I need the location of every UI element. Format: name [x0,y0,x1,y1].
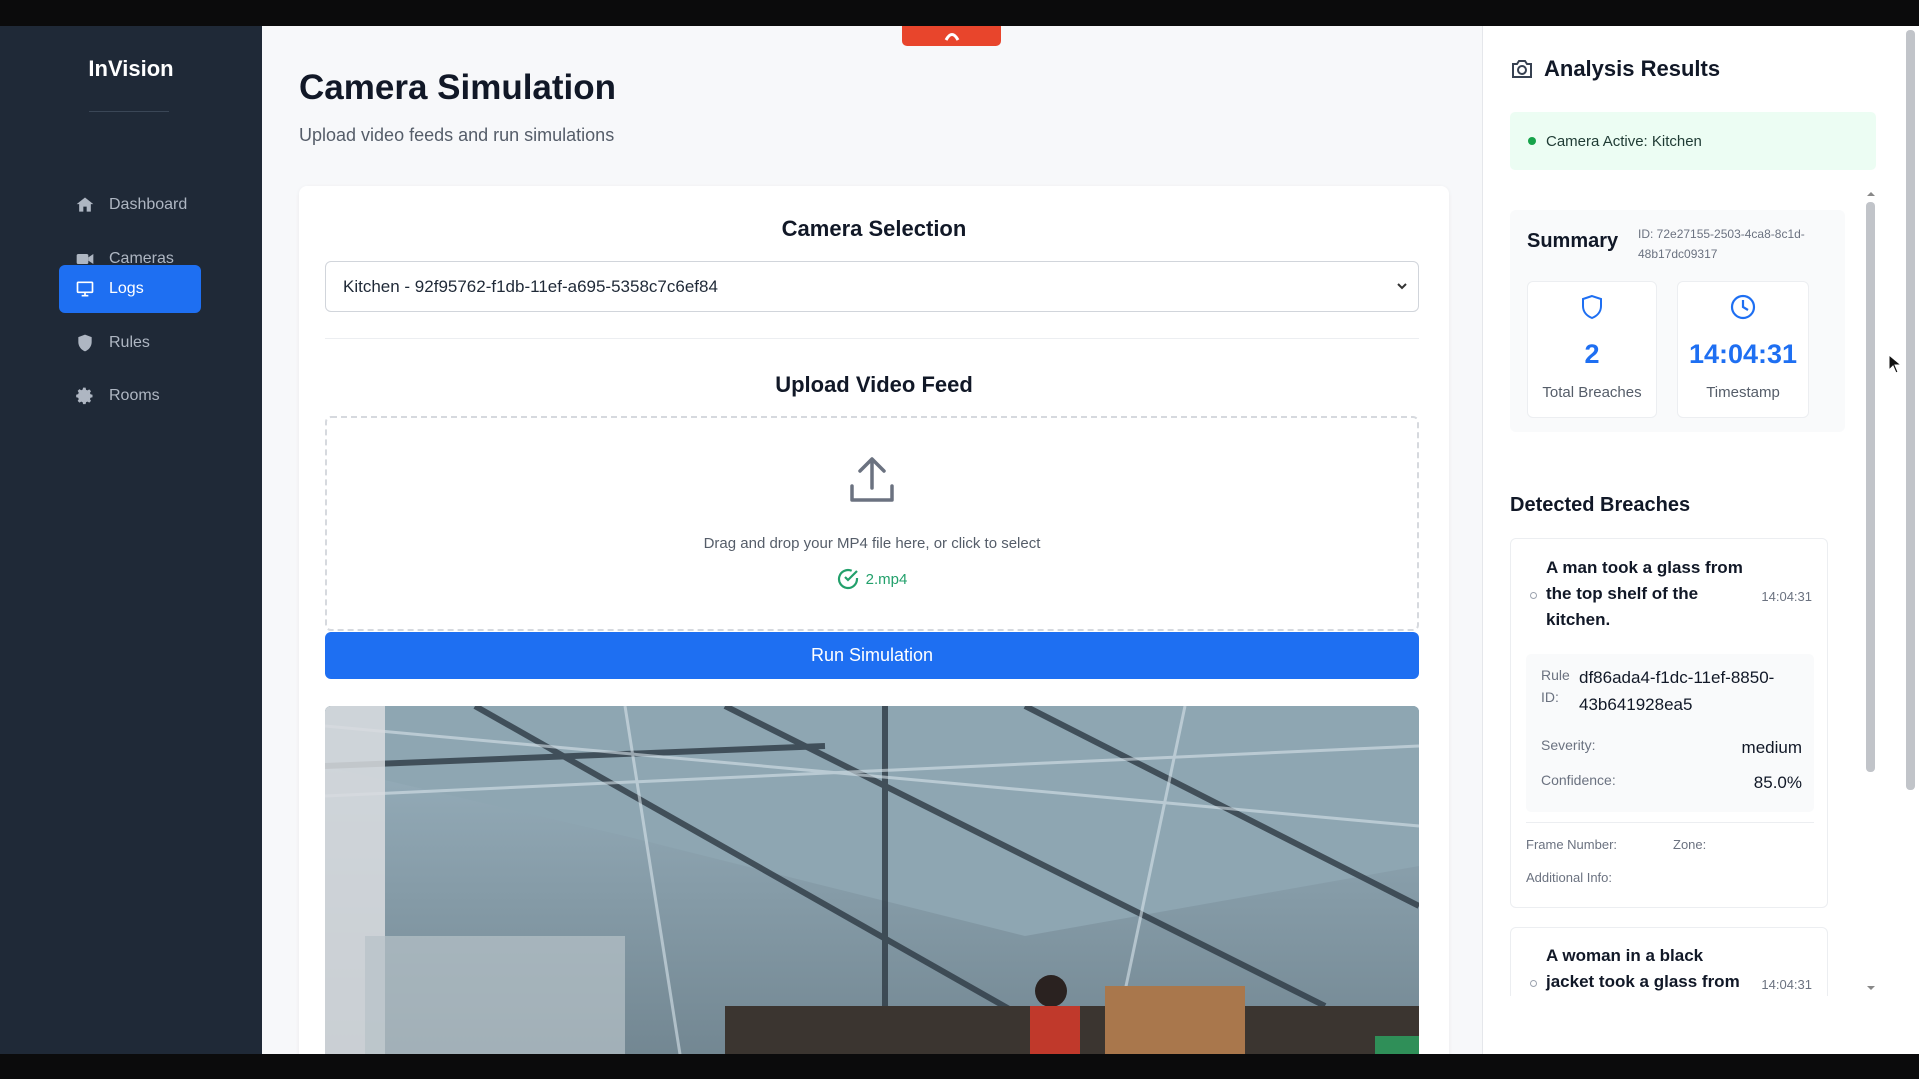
frame-number-label: Frame Number: [1526,837,1618,852]
sidebar-item-logs[interactable]: Logs [59,265,201,313]
brand-logo[interactable]: InVision [0,56,262,82]
top-bar [0,0,1919,26]
selected-file-name: 2.mp4 [865,570,908,588]
divider [1526,822,1814,823]
total-breaches-value: 2 [1584,339,1600,369]
shield-icon [1582,294,1602,320]
analysis-results-title: Analysis Results [1544,56,1721,81]
results-scrollbar-thumb[interactable] [1866,202,1875,772]
rule-id-value: df86ada4-f1dc-11ef-8850-43b641928ea5 [1579,668,1775,714]
gear-icon [76,387,93,405]
camera-selection-heading: Camera Selection [781,216,967,241]
window-scrollbar[interactable] [1902,26,1919,1054]
breach-description: A man took a glass from the top shelf of… [1546,558,1743,629]
total-breaches-stat: 2 Total Breaches [1527,281,1657,418]
video-frame-image [325,706,1419,1054]
upload-icon [850,457,894,502]
results-scrollbar[interactable] [1864,192,1876,992]
analysis-results-panel: Analysis Results Camera Active: Kitchen … [1482,26,1902,1054]
app-window: InVision Dashboard Cameras Logs Rules Ro… [0,0,1919,1079]
total-breaches-label: Total Breaches [1542,384,1642,401]
simulation-card: Camera Selection Kitchen - 92f95762-f1db… [299,186,1449,1054]
top-drag-tab[interactable] [902,26,1001,46]
timestamp-stat: 14:04:31 Timestamp [1677,281,1809,418]
run-simulation-button[interactable]: Run Simulation [325,632,1419,679]
camera-status-text: Camera Active: Kitchen [1546,132,1702,150]
video-dropzone[interactable]: Drag and drop your MP4 file here, or cli… [325,416,1419,631]
upload-heading: Upload Video Feed [775,372,973,397]
breach-description: A woman in a black jacket took a glass f… [1546,946,1740,991]
sidebar-item-label: Rooms [109,387,160,404]
timestamp-value: 14:04:31 [1688,339,1798,369]
breach-time: 14:04:31 [1761,589,1812,604]
bullet-icon [1530,980,1537,987]
summary-title: Summary [1527,230,1619,252]
page-subtitle: Upload video feeds and run simulations [299,125,615,145]
breach-time: 14:04:31 [1761,977,1812,992]
selected-file: 2.mp4 [327,568,1417,590]
bottom-bar [0,1054,1919,1079]
sidebar-item-rules[interactable]: Rules [59,319,201,367]
rule-id-label: Rule ID: [1541,667,1570,705]
additional-info-label: Additional Info: [1526,870,1613,885]
shield-icon [78,334,92,352]
severity-value: medium [1741,738,1802,757]
scroll-down-arrow-icon [1867,986,1875,990]
main-content: Camera Simulation Upload video feeds and… [262,26,1482,1054]
zone-label: Zone: [1673,837,1707,852]
sidebar: InVision Dashboard Cameras Logs Rules Ro… [0,26,262,1054]
sidebar-item-rooms[interactable]: Rooms [59,372,201,420]
analysis-results-heading: Analysis Results [1510,56,1720,82]
bullet-icon [1530,592,1537,599]
timestamp-label: Timestamp [1706,384,1780,401]
clock-icon [1730,294,1756,320]
monitor-icon [76,281,94,297]
camera-select[interactable]: Kitchen - 92f95762-f1db-11ef-a695-5358c7… [325,261,1419,312]
camera-status: Camera Active: Kitchen [1510,112,1876,170]
sidebar-item-label: Rules [109,334,150,351]
video-preview[interactable] [325,706,1419,1054]
breach-details: Rule ID: df86ada4-f1dc-11ef-8850-43b6419… [1526,654,1814,812]
sidebar-item-label: Logs [109,280,144,297]
confidence-label: Confidence: [1541,772,1616,788]
scroll-up-arrow-icon [1867,192,1875,196]
severity-label: Severity: [1541,737,1596,753]
check-circle-icon [837,568,858,590]
dropzone-instruction: Drag and drop your MP4 file here, or cli… [703,535,1041,552]
chevron-up-icon [944,33,959,41]
detected-breaches-heading: Detected Breaches [1510,494,1691,516]
status-dot-icon [1528,137,1536,145]
confidence-value: 85.0% [1753,773,1802,792]
breach-card[interactable]: A man took a glass from the top shelf of… [1510,538,1828,908]
window-scrollbar-thumb[interactable] [1906,30,1915,790]
brand-divider [89,111,169,112]
breach-card[interactable]: A woman in a black jacket took a glass f… [1510,927,1828,996]
results-scroll-area[interactable]: Summary ID: 72e27155-2503-4ca8-8c1d-48b1… [1510,210,1894,996]
page-title: Camera Simulation [299,68,617,107]
summary-card: Summary ID: 72e27155-2503-4ca8-8c1d-48b1… [1510,210,1845,432]
summary-id: ID: 72e27155-2503-4ca8-8c1d-48b17dc09317 [1638,227,1805,261]
chevron-down-icon [1397,283,1407,290]
sidebar-item-label: Dashboard [109,196,188,213]
camera-select-value: Kitchen - 92f95762-f1db-11ef-a695-5358c7… [343,276,718,296]
camera-icon [1512,60,1532,78]
mouse-cursor-icon [1888,354,1902,374]
divider [325,338,1419,339]
sidebar-item-dashboard[interactable]: Dashboard [59,181,201,229]
home-icon [76,197,94,212]
